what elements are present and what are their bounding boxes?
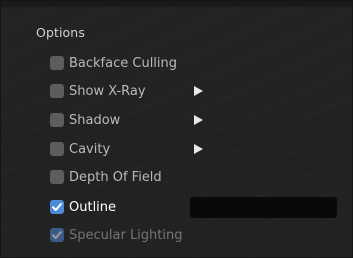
show-xray-label: Show X-Ray bbox=[69, 83, 146, 99]
cavity-submenu-triangle-right-icon[interactable] bbox=[194, 144, 203, 154]
show-xray-toggle[interactable]: Show X-Ray bbox=[50, 82, 146, 100]
shadow-toggle[interactable]: Shadow bbox=[50, 111, 120, 129]
outline-label: Outline bbox=[69, 199, 117, 215]
options-panel: Options Backface Culling Show X-Ray Shad… bbox=[0, 0, 353, 258]
cavity-label: Cavity bbox=[69, 141, 111, 157]
checkmark-icon bbox=[52, 203, 62, 211]
specular-lighting-label: Specular Lighting bbox=[69, 227, 183, 243]
cavity-toggle[interactable]: Cavity bbox=[50, 140, 110, 158]
backface-culling-toggle[interactable]: Backface Culling bbox=[50, 54, 177, 72]
depth-of-field-checkbox[interactable] bbox=[50, 170, 64, 184]
depth-of-field-toggle[interactable]: Depth Of Field bbox=[50, 168, 162, 186]
shadow-submenu-triangle-right-icon[interactable] bbox=[194, 115, 203, 125]
specular-lighting-toggle: Specular Lighting bbox=[50, 226, 183, 244]
outline-checkbox[interactable] bbox=[50, 200, 64, 214]
shadow-label: Shadow bbox=[69, 112, 121, 128]
shadow-checkbox[interactable] bbox=[50, 113, 64, 127]
panel-title: Options bbox=[36, 25, 85, 40]
outline-color-field[interactable] bbox=[190, 197, 337, 218]
checkmark-icon bbox=[52, 231, 62, 239]
specular-lighting-checkbox bbox=[50, 228, 64, 242]
show-xray-checkbox[interactable] bbox=[50, 84, 64, 98]
cavity-checkbox[interactable] bbox=[50, 142, 64, 156]
backface-culling-label: Backface Culling bbox=[69, 55, 178, 71]
backface-culling-checkbox[interactable] bbox=[50, 56, 64, 70]
outline-toggle[interactable]: Outline bbox=[50, 198, 116, 216]
depth-of-field-label: Depth Of Field bbox=[69, 169, 162, 185]
show-xray-submenu-triangle-right-icon[interactable] bbox=[194, 86, 203, 96]
